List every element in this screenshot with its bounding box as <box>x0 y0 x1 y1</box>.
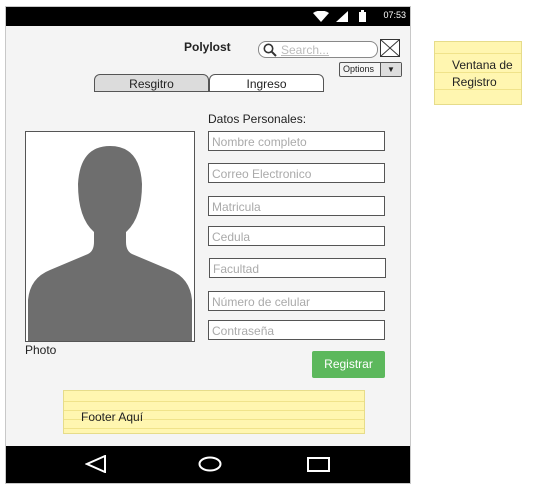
correo-field[interactable]: Correo Electronico <box>208 163 385 183</box>
app-title: Polylost <box>184 40 231 54</box>
annotation-line-2: Registro <box>452 75 497 89</box>
annotation-line-1: Ventana de <box>452 58 513 72</box>
photo-caption: Photo <box>25 343 57 357</box>
phone-frame: 07:53 Polylost Search... Options ▼ Resgi… <box>5 6 411 484</box>
password-field[interactable]: Contraseña <box>208 320 385 340</box>
registrar-button[interactable]: Registrar <box>312 351 385 378</box>
home-icon[interactable] <box>198 456 222 472</box>
section-title: Datos Personales: <box>208 112 307 126</box>
navigation-bar <box>6 446 410 483</box>
tab-ingreso[interactable]: Ingreso <box>209 74 324 92</box>
search-placeholder: Search... <box>281 43 330 57</box>
signal-icon <box>336 11 348 22</box>
tab-registro[interactable]: Resgitro <box>94 74 209 92</box>
options-dropdown[interactable]: Options ▼ <box>339 62 402 77</box>
footer-text: Footer Aquí <box>81 410 144 424</box>
annotation-note: Ventana de Registro <box>434 41 522 105</box>
recents-icon[interactable] <box>307 457 331 473</box>
back-icon[interactable] <box>85 455 107 473</box>
search-input[interactable]: Search... <box>258 41 378 58</box>
wifi-icon <box>313 11 329 22</box>
search-icon <box>263 43 277 57</box>
status-time: 07:53 <box>383 10 406 20</box>
chevron-down-icon: ▼ <box>380 63 401 76</box>
battery-icon <box>359 10 366 22</box>
status-bar: 07:53 <box>6 7 410 26</box>
close-icon <box>380 39 400 57</box>
profile-photo[interactable] <box>25 131 195 342</box>
nombre-field[interactable]: Nombre completo <box>208 131 385 151</box>
cedula-field[interactable]: Cedula <box>208 226 385 246</box>
options-label: Options <box>343 64 375 74</box>
footer-note: Footer Aquí <box>63 390 365 434</box>
celular-field[interactable]: Número de celular <box>208 291 385 311</box>
close-button[interactable] <box>380 39 400 57</box>
avatar-placeholder-icon <box>28 146 192 341</box>
annotation-text: Ventana de Registro <box>452 57 513 91</box>
matricula-field[interactable]: Matricula <box>208 196 385 216</box>
facultad-field[interactable]: Facultad <box>209 258 386 278</box>
